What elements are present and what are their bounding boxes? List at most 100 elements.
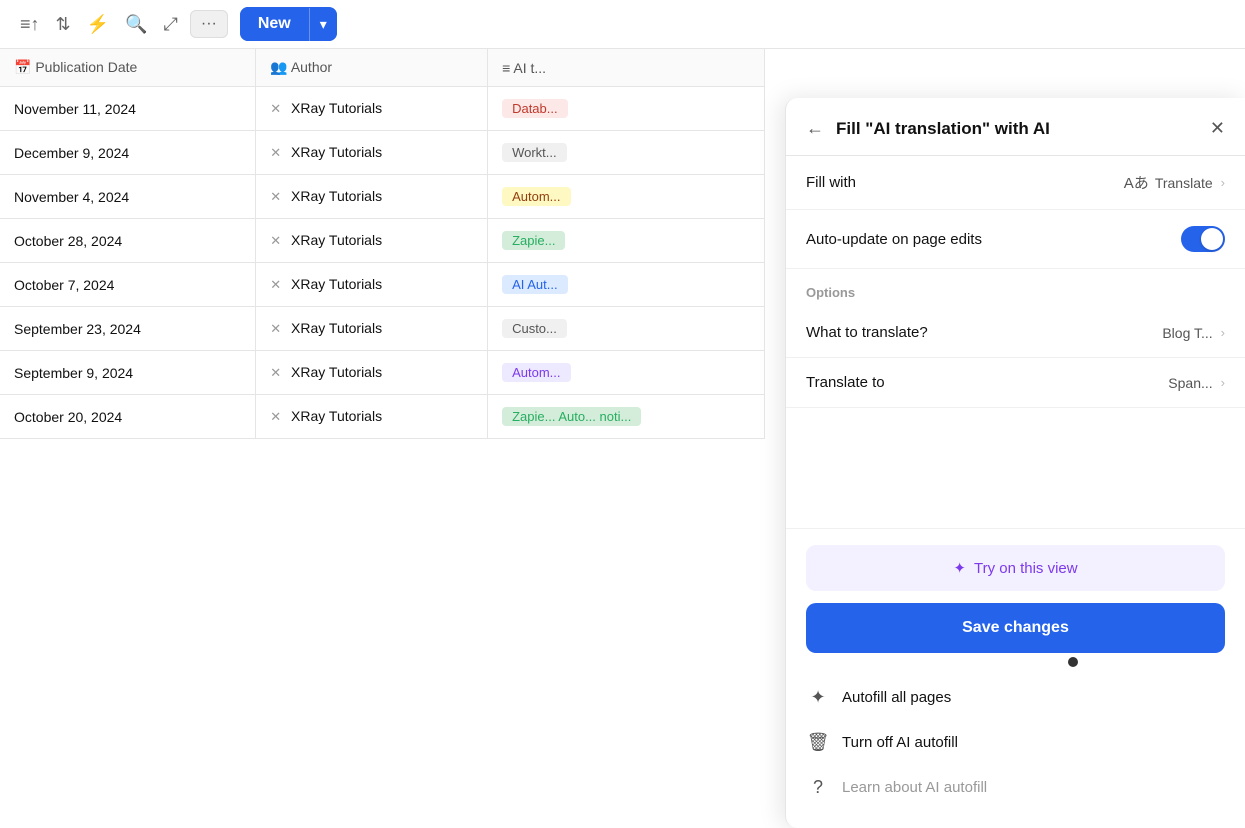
author-cell: ✕ XRay Tutorials xyxy=(256,131,488,175)
date-cell: October 28, 2024 xyxy=(0,219,256,263)
col-author[interactable]: 👥 Author xyxy=(256,49,488,87)
translate-to-value: Span... › xyxy=(1168,375,1225,391)
tag-cell: Autom... xyxy=(488,175,765,219)
new-button[interactable]: New xyxy=(240,7,309,41)
lightning-icon[interactable]: ⚡ xyxy=(83,10,113,39)
x-icon: ✕ xyxy=(270,101,281,116)
date-cell: October 7, 2024 xyxy=(0,263,256,307)
tag: Autom... xyxy=(502,363,570,382)
panel-actions: ✦ Autofill all pages 🗑 Turn off AI autof… xyxy=(806,673,1225,808)
close-button[interactable]: ✕ xyxy=(1210,118,1225,139)
table-row: October 28, 2024 ✕ XRay Tutorials Zapie.… xyxy=(0,219,765,263)
new-chevron-button[interactable]: ▾ xyxy=(309,8,337,41)
new-button-group: New ▾ xyxy=(240,7,337,41)
what-translate-value: Blog T... › xyxy=(1162,325,1225,341)
table-row: September 23, 2024 ✕ XRay Tutorials Cust… xyxy=(0,307,765,351)
translate-to-value-text: Span... xyxy=(1168,375,1212,391)
translate-to-label: Translate to xyxy=(806,374,885,391)
fill-with-value: Aあ Translate › xyxy=(1124,172,1225,193)
author-cell: ✕ XRay Tutorials xyxy=(256,87,488,131)
toggle-switch[interactable] xyxy=(1181,226,1225,252)
col-ai-translation[interactable]: ≡ AI t... xyxy=(488,49,765,87)
autofill-icon: ✦ xyxy=(806,687,830,708)
fill-panel: ← Fill "AI translation" with AI ✕ Fill w… xyxy=(785,98,1245,828)
tag-cell: Zapie... xyxy=(488,219,765,263)
x-icon: ✕ xyxy=(270,277,281,292)
tag-cell: Workt... xyxy=(488,131,765,175)
x-icon: ✕ xyxy=(270,233,281,248)
x-icon: ✕ xyxy=(270,365,281,380)
date-cell: November 11, 2024 xyxy=(0,87,256,131)
fill-with-value-text: Translate xyxy=(1155,175,1213,191)
x-icon: ✕ xyxy=(270,409,281,424)
translate-icon: Aあ xyxy=(1124,172,1149,193)
sort-icon[interactable]: ⇅ xyxy=(52,10,75,39)
table-row: November 11, 2024 ✕ XRay Tutorials Datab… xyxy=(0,87,765,131)
try-button[interactable]: ✦ Try on this view xyxy=(806,545,1225,591)
connect-icon[interactable]: ⤢ xyxy=(159,10,181,39)
col-publication-date[interactable]: 📅 Publication Date xyxy=(0,49,256,87)
author-cell: ✕ XRay Tutorials xyxy=(256,395,488,439)
panel-title: Fill "AI translation" with AI xyxy=(836,119,1198,139)
table-row: September 9, 2024 ✕ XRay Tutorials Autom… xyxy=(0,351,765,395)
tag: Zapie... xyxy=(502,231,565,250)
chevron-right-icon: › xyxy=(1221,375,1225,390)
tag: Zapie... Auto... noti... xyxy=(502,407,641,426)
data-table: 📅 Publication Date 👥 Author ≡ AI t... No… xyxy=(0,49,765,439)
tag: Autom... xyxy=(502,187,570,206)
tag-cell: Custo... xyxy=(488,307,765,351)
tag: Workt... xyxy=(502,143,567,162)
panel-body: Fill with Aあ Translate › Auto-update on … xyxy=(786,156,1245,528)
save-button[interactable]: Save changes xyxy=(806,603,1225,653)
author-cell: ✕ XRay Tutorials xyxy=(256,219,488,263)
tag-cell: AI Aut... xyxy=(488,263,765,307)
panel-footer: ✦ Try on this view Save changes ✦ Autofi… xyxy=(786,528,1245,828)
table-row: October 20, 2024 ✕ XRay Tutorials Zapie.… xyxy=(0,395,765,439)
chevron-right-icon: › xyxy=(1221,325,1225,340)
date-cell: September 23, 2024 xyxy=(0,307,256,351)
calendar-icon: 📅 xyxy=(14,59,31,75)
table-row: December 9, 2024 ✕ XRay Tutorials Workt.… xyxy=(0,131,765,175)
what-translate-row[interactable]: What to translate? Blog T... › xyxy=(786,308,1245,358)
what-translate-value-text: Blog T... xyxy=(1162,325,1212,341)
auto-update-label: Auto-update on page edits xyxy=(806,231,982,248)
cursor xyxy=(1068,657,1078,667)
toolbar: ≡↑ ⇅ ⚡ 🔍 ⤢ ··· New ▾ xyxy=(0,0,1245,49)
date-cell: December 9, 2024 xyxy=(0,131,256,175)
chevron-right-icon: › xyxy=(1221,175,1225,190)
learn-label: Learn about AI autofill xyxy=(842,779,987,796)
what-translate-label: What to translate? xyxy=(806,324,928,341)
more-button[interactable]: ··· xyxy=(190,10,228,38)
x-icon: ✕ xyxy=(270,321,281,336)
panel-header: ← Fill "AI translation" with AI ✕ xyxy=(786,98,1245,156)
table-row: November 4, 2024 ✕ XRay Tutorials Autom.… xyxy=(0,175,765,219)
auto-update-row: Auto-update on page edits xyxy=(786,210,1245,269)
tag-cell: Datab... xyxy=(488,87,765,131)
tag: Datab... xyxy=(502,99,568,118)
autofill-all-action[interactable]: ✦ Autofill all pages xyxy=(806,677,1225,718)
turnoff-action[interactable]: 🗑 Turn off AI autofill xyxy=(806,722,1225,763)
learn-action[interactable]: ? Learn about AI autofill xyxy=(806,767,1225,808)
tag-cell: Zapie... Auto... noti... xyxy=(488,395,765,439)
options-label: Options xyxy=(786,269,1245,308)
translate-to-row[interactable]: Translate to Span... › xyxy=(786,358,1245,408)
search-icon[interactable]: 🔍 xyxy=(121,10,151,39)
author-cell: ✕ XRay Tutorials xyxy=(256,351,488,395)
tag-cell: Autom... xyxy=(488,351,765,395)
x-icon: ✕ xyxy=(270,189,281,204)
filter-icon[interactable]: ≡↑ xyxy=(16,10,44,39)
tag: AI Aut... xyxy=(502,275,568,294)
table-row: October 7, 2024 ✕ XRay Tutorials AI Aut.… xyxy=(0,263,765,307)
autofill-all-label: Autofill all pages xyxy=(842,689,951,706)
turnoff-label: Turn off AI autofill xyxy=(842,734,958,751)
sparkle-icon: ✦ xyxy=(953,559,966,577)
author-cell: ✕ XRay Tutorials xyxy=(256,263,488,307)
back-button[interactable]: ← xyxy=(806,118,824,139)
fill-with-label: Fill with xyxy=(806,174,856,191)
date-cell: November 4, 2024 xyxy=(0,175,256,219)
author-cell: ✕ XRay Tutorials xyxy=(256,307,488,351)
auto-update-toggle[interactable] xyxy=(1181,226,1225,252)
fill-with-row[interactable]: Fill with Aあ Translate › xyxy=(786,156,1245,210)
question-icon: ? xyxy=(806,777,830,798)
x-icon: ✕ xyxy=(270,145,281,160)
